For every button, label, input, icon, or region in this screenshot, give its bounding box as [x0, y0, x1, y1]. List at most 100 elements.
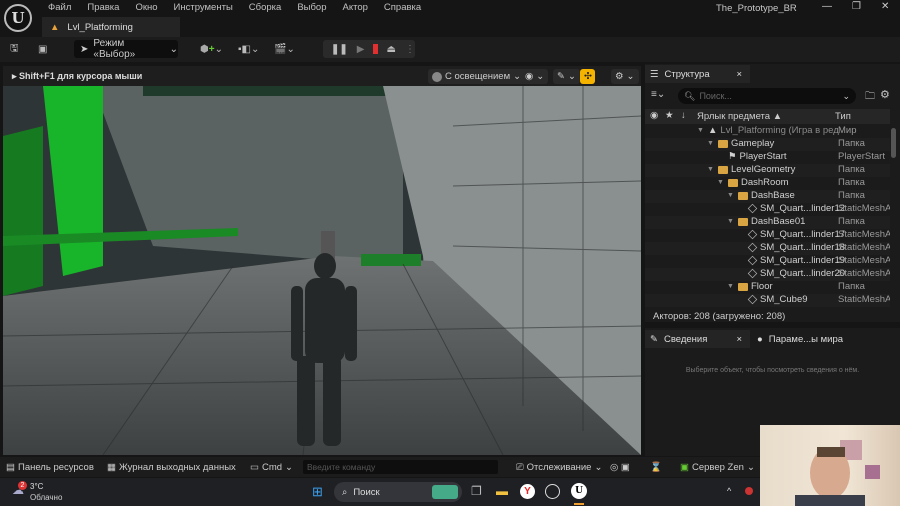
- tab-details[interactable]: ✎ Сведения ×: [645, 330, 750, 348]
- level-icon: ▲: [50, 21, 60, 33]
- close-icon[interactable]: ×: [736, 69, 742, 80]
- save-icon[interactable]: 🖫: [10, 41, 19, 58]
- world-icon: ▲: [708, 125, 718, 136]
- yandex-browser-icon[interactable]: Y: [520, 484, 535, 499]
- level-viewport[interactable]: [3, 86, 641, 455]
- settings-dropdown[interactable]: ⚙ ⌄: [611, 69, 639, 84]
- hourglass-icon[interactable]: ⌛: [650, 460, 662, 474]
- browse-icon[interactable]: ▣: [38, 41, 47, 58]
- outliner-row[interactable]: SM_Quart...linder18 StaticMeshA: [645, 242, 890, 255]
- column-label[interactable]: Ярлык предмета ▲: [697, 111, 782, 122]
- menu-item[interactable]: Окно: [127, 2, 165, 13]
- menu-item[interactable]: Инструменты: [166, 2, 241, 13]
- row-type: Папка: [838, 138, 865, 149]
- task-view-icon[interactable]: ❐: [471, 484, 482, 498]
- outliner-scrollbar[interactable]: [891, 128, 896, 158]
- skip-icon[interactable]: ▶: [357, 44, 365, 55]
- static-mesh-icon: [747, 229, 758, 240]
- content-drawer-button[interactable]: ▤ Панель ресурсов: [6, 460, 94, 474]
- taskbar-search[interactable]: ⌕ Поиск: [334, 482, 462, 502]
- trace-dropdown[interactable]: ⎚ Отслеживание ⌄: [516, 460, 602, 474]
- outliner-row[interactable]: ▼ ▲ Lvl_Platforming (Игра в ред Мир: [645, 125, 890, 138]
- expand-arrow-icon[interactable]: ▼: [707, 140, 715, 147]
- row-label: Gameplay: [731, 138, 775, 149]
- static-mesh-icon: [747, 242, 758, 253]
- search-input[interactable]: 🔍︎ Поиск... ⌄: [678, 88, 856, 104]
- outliner-row[interactable]: ▼ Gameplay Папка: [645, 138, 890, 151]
- tab-world-settings[interactable]: ● Параме...ы мира: [752, 330, 843, 348]
- outliner-row[interactable]: ▼ DashBase Папка: [645, 190, 890, 203]
- close-button[interactable]: ✕: [881, 1, 889, 12]
- row-label: PlayerStart: [739, 151, 787, 162]
- outliner-row[interactable]: SM_Cube9 StaticMeshA: [645, 294, 890, 307]
- zen-server-dropdown[interactable]: ▣ Сервер Zen ⌄: [680, 460, 755, 474]
- expand-arrow-icon[interactable]: ▼: [727, 283, 735, 290]
- close-icon[interactable]: ×: [736, 334, 742, 345]
- command-input[interactable]: Введите команду: [303, 460, 498, 474]
- chevron-up-icon[interactable]: ^: [727, 486, 731, 496]
- outliner-row[interactable]: ⚑ PlayerStart PlayerStart: [645, 151, 890, 164]
- level-tab[interactable]: ▲ Lvl_Platforming: [42, 17, 180, 37]
- add-folder-icon[interactable]: 🗀: [865, 89, 875, 106]
- pause-icon[interactable]: ❚❚: [331, 44, 348, 55]
- minimize-button[interactable]: —: [822, 1, 832, 12]
- menu-item[interactable]: Правка: [79, 2, 127, 13]
- add-actor-button[interactable]: ⬢ + ⌄: [200, 41, 223, 58]
- transform-dropdown[interactable]: ✎ ⌄: [553, 69, 580, 84]
- lighting-dropdown[interactable]: С освещением ⌄: [428, 69, 526, 84]
- more-icon[interactable]: ⋮: [405, 44, 415, 55]
- maximize-button[interactable]: ❐: [852, 1, 861, 12]
- expand-arrow-icon[interactable]: ▼: [697, 127, 705, 134]
- play-controls: ❚❚ ▶ ⏏ ⋮: [323, 40, 415, 58]
- outliner-row[interactable]: SM_Quart...linder12 StaticMeshA: [645, 203, 890, 216]
- menu-item[interactable]: Сборка: [241, 2, 290, 13]
- taskbar-search-label: Поиск: [353, 486, 380, 498]
- tray-icon[interactable]: [745, 487, 753, 495]
- outliner-row[interactable]: SM_Quart...linder17 StaticMeshA: [645, 229, 890, 242]
- unreal-logo[interactable]: U: [4, 4, 32, 32]
- column-type[interactable]: Тип: [835, 111, 851, 122]
- row-name: ▼ Gameplay: [707, 138, 774, 149]
- row-type: StaticMeshA: [838, 268, 890, 279]
- tab-outliner[interactable]: ☰ Структура ×: [645, 65, 750, 83]
- eject-icon[interactable]: ⏏: [387, 44, 396, 55]
- filter-icon[interactable]: ≡⌄: [651, 89, 665, 100]
- record-icon[interactable]: ◎ ▣: [610, 460, 630, 474]
- file-explorer-icon[interactable]: ▬: [496, 484, 508, 498]
- outliner-row[interactable]: ▼ LevelGeometry Папка: [645, 164, 890, 177]
- stop-icon[interactable]: [373, 44, 378, 54]
- show-dropdown[interactable]: ◉ ⌄: [521, 69, 549, 84]
- outliner-row[interactable]: ▼ DashRoom Папка: [645, 177, 890, 190]
- expand-arrow-icon[interactable]: ▼: [717, 179, 725, 186]
- expand-arrow-icon[interactable]: ▼: [727, 218, 735, 225]
- expand-arrow-icon[interactable]: ▼: [727, 192, 735, 199]
- outliner-row[interactable]: ▼ DashBase01 Папка: [645, 216, 890, 229]
- row-name: ▼ DashBase01: [727, 216, 805, 227]
- windows-start-icon[interactable]: ⊞: [312, 484, 323, 500]
- realtime-toggle[interactable]: ✣: [580, 69, 595, 84]
- temperature: 3°C: [30, 482, 44, 491]
- mode-dropdown[interactable]: ➤ Режим «Выбор» ⌄: [74, 38, 178, 60]
- static-mesh-icon: [747, 268, 758, 279]
- expand-arrow-icon[interactable]: ▼: [707, 166, 715, 173]
- eye-icon[interactable]: ◉: [650, 110, 658, 121]
- cmd-dropdown[interactable]: ▭ Cmd ⌄: [250, 460, 293, 474]
- output-log-button[interactable]: ▦ Журнал выходных данных: [107, 460, 236, 474]
- menu-item[interactable]: Актор: [335, 2, 376, 13]
- menu-item[interactable]: Файл: [40, 2, 79, 13]
- outliner-row[interactable]: ▼ Floor Папка: [645, 281, 890, 294]
- outliner-row[interactable]: SM_Quart...linder20 StaticMeshA: [645, 268, 890, 281]
- gear-icon[interactable]: ⚙: [880, 88, 890, 101]
- outliner-row[interactable]: SM_Quart...linder19 StaticMeshA: [645, 255, 890, 268]
- obs-icon[interactable]: [545, 484, 560, 499]
- menu-item[interactable]: Выбор: [289, 2, 334, 13]
- active-indicator: [574, 503, 584, 505]
- menu-item[interactable]: Справка: [376, 2, 429, 13]
- blueprint-button[interactable]: ▪◧ ⌄: [238, 41, 259, 58]
- row-type: StaticMeshA: [838, 255, 890, 266]
- cinematics-button[interactable]: 🎬 ⌄: [274, 41, 295, 58]
- row-name: ▼ ▲ Lvl_Platforming (Игра в ред: [697, 125, 839, 136]
- unreal-taskbar-icon[interactable]: U: [571, 483, 587, 499]
- star-icon[interactable]: ★: [665, 110, 674, 121]
- pin-icon[interactable]: ↓: [681, 110, 686, 121]
